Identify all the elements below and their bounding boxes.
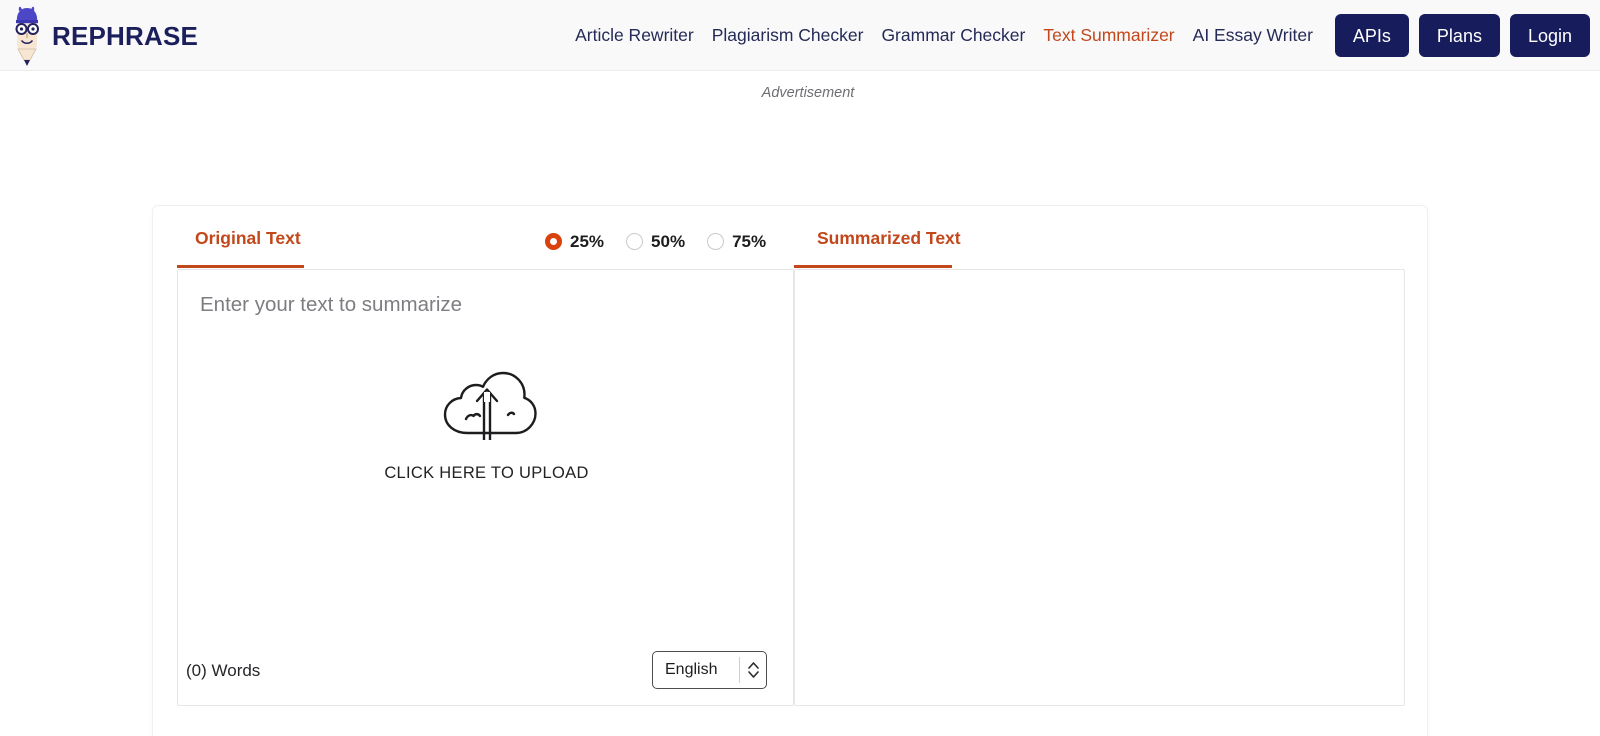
editor-footer: (0) Words English: [178, 639, 793, 705]
nav-link-grammar-checker[interactable]: Grammar Checker: [872, 26, 1034, 45]
tab-original-text-underline: [177, 265, 304, 268]
main-navigation: Article Rewriter Plagiarism Checker Gram…: [566, 0, 1590, 71]
tab-summarized-text[interactable]: Summarized Text: [817, 229, 961, 248]
radio-icon-75[interactable]: [707, 233, 725, 250]
tabs-row: Original Text 25% 50% 75% Summarized Tex…: [153, 206, 1429, 269]
nav-link-article-rewriter[interactable]: Article Rewriter: [566, 26, 703, 45]
upload-cta-label: CLICK HERE TO UPLOAD: [384, 464, 589, 482]
nav-link-plagiarism-checker[interactable]: Plagiarism Checker: [703, 26, 873, 45]
advertisement-label: Advertisement: [761, 85, 855, 101]
brand-logo-link[interactable]: REPHRASE: [10, 0, 198, 71]
pencil-mascot-logo-icon: [10, 5, 44, 67]
word-count-label: (0) Words: [186, 661, 261, 680]
cloud-upload-icon[interactable]: [436, 368, 538, 445]
tab-summarized-text-underline: [794, 265, 952, 268]
summarized-text-panel[interactable]: [794, 269, 1405, 706]
nav-button-group: APIs Plans Login: [1334, 14, 1590, 57]
tab-original-text[interactable]: Original Text: [195, 229, 301, 248]
radio-option-75[interactable]: 75%: [707, 233, 766, 250]
radio-label-50: 50%: [651, 232, 686, 251]
plans-button[interactable]: Plans: [1418, 14, 1500, 57]
summary-ratio-radio-group: 25% 50% 75%: [545, 233, 766, 250]
text-editor-placeholder[interactable]: Enter your text to summarize: [200, 294, 462, 316]
site-header: REPHRASE Article Rewriter Plagiarism Che…: [0, 0, 1600, 71]
nav-link-ai-essay-writer[interactable]: AI Essay Writer: [1184, 26, 1322, 45]
radio-label-75: 75%: [732, 232, 767, 251]
brand-name: REPHRASE: [52, 20, 199, 51]
advertisement-slot: Advertisement: [0, 71, 1600, 211]
radio-icon-50[interactable]: [626, 233, 644, 250]
nav-link-list: Article Rewriter Plagiarism Checker Gram…: [566, 26, 1322, 45]
language-select[interactable]: English: [652, 651, 767, 689]
radio-option-25[interactable]: 25%: [545, 233, 604, 250]
file-upload-dropzone[interactable]: CLICK HERE TO UPLOAD: [178, 368, 795, 482]
chevron-updown-icon[interactable]: [740, 659, 766, 681]
summarizer-tool-card: Original Text 25% 50% 75% Summarized Tex…: [152, 205, 1428, 736]
radio-icon-25[interactable]: [545, 233, 562, 250]
nav-link-text-summarizer[interactable]: Text Summarizer: [1034, 26, 1183, 45]
language-select-value: English: [665, 661, 718, 678]
radio-label-25: 25%: [570, 232, 605, 251]
radio-option-50[interactable]: 50%: [626, 233, 685, 250]
original-text-panel: Enter your text to summarize CLICK HERE …: [177, 269, 794, 706]
apis-button[interactable]: APIs: [1334, 14, 1409, 57]
login-button[interactable]: Login: [1509, 14, 1590, 57]
